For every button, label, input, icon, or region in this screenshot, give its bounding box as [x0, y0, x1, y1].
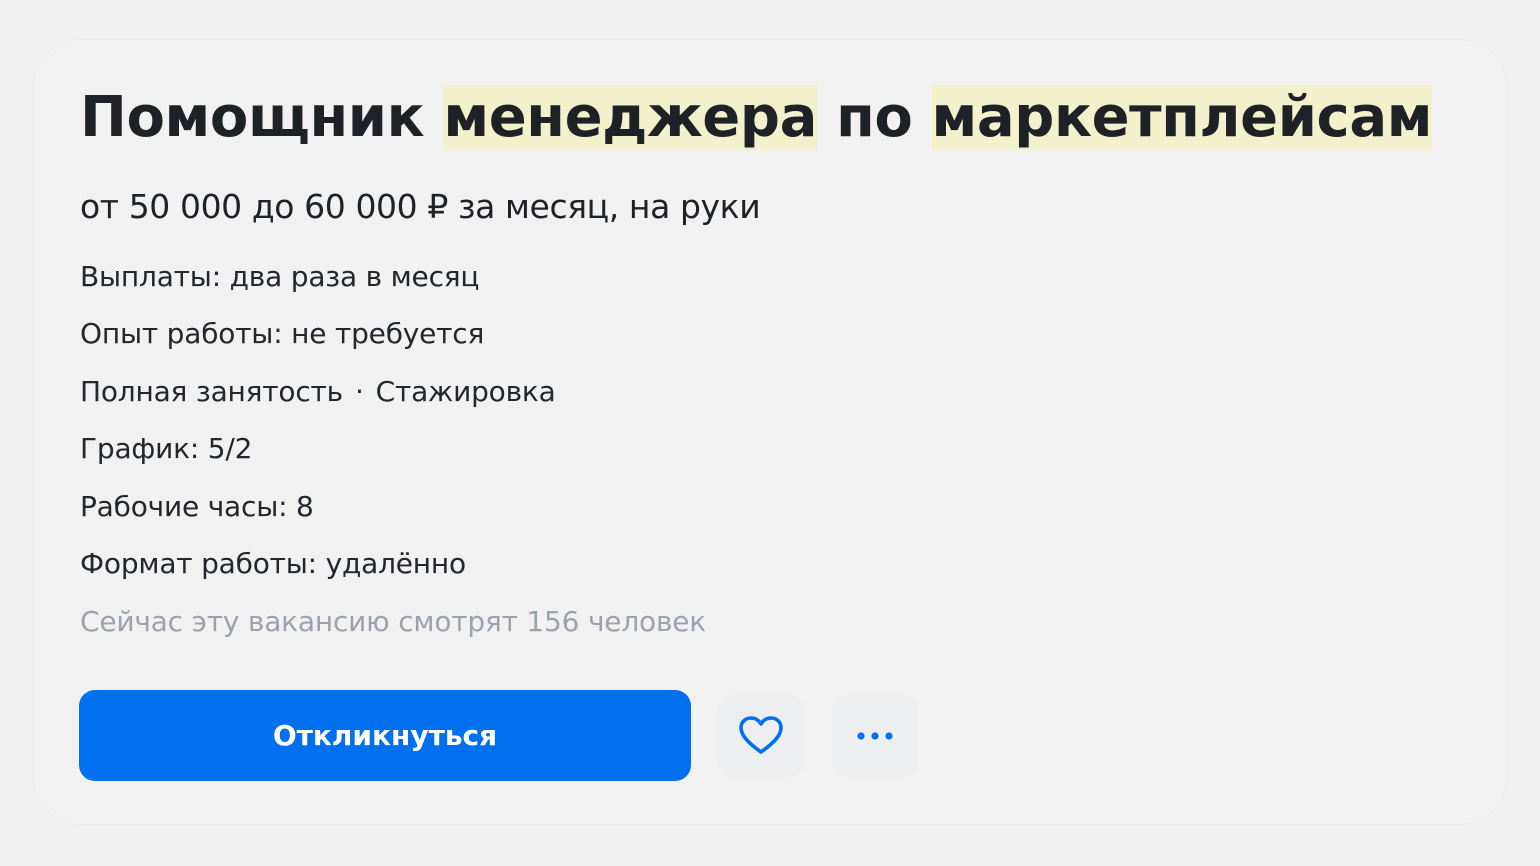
- heart-icon: [737, 714, 785, 758]
- work-format-info: Формат работы: удалённо: [80, 547, 466, 580]
- favorite-button[interactable]: [718, 694, 804, 778]
- title-part-4-highlighted: маркетплейсам: [931, 85, 1433, 150]
- more-button[interactable]: [832, 694, 918, 778]
- employment-info: Полная занятость · Стажировка: [80, 374, 556, 410]
- payouts-info: Выплаты: два раза в месяц: [80, 260, 480, 293]
- experience-info: Опыт работы: не требуется: [80, 317, 485, 350]
- vacancy-title[interactable]: Помощник менеджера по маркетплейсам: [80, 78, 1433, 158]
- separator-dot: ·: [354, 375, 364, 408]
- internship-tag: Стажировка: [375, 375, 556, 408]
- respond-button[interactable]: Откликнуться: [79, 690, 691, 781]
- salary: от 50 000 до 60 000 ₽ за месяц, на руки: [80, 187, 761, 226]
- vacancy-card: Помощник менеджера по маркетплейсам от 5…: [34, 40, 1506, 824]
- title-part-1: Помощник: [80, 85, 444, 150]
- employment-type: Полная занятость: [80, 375, 343, 408]
- more-dots-icon: [855, 730, 895, 742]
- schedule-info: График: 5/2: [80, 432, 253, 465]
- title-part-3: по: [816, 85, 932, 150]
- viewers-count: Сейчас эту вакансию смотрят 156 человек: [80, 605, 706, 638]
- hours-info: Рабочие часы: 8: [80, 490, 314, 523]
- title-part-2-highlighted: менеджера: [443, 85, 817, 150]
